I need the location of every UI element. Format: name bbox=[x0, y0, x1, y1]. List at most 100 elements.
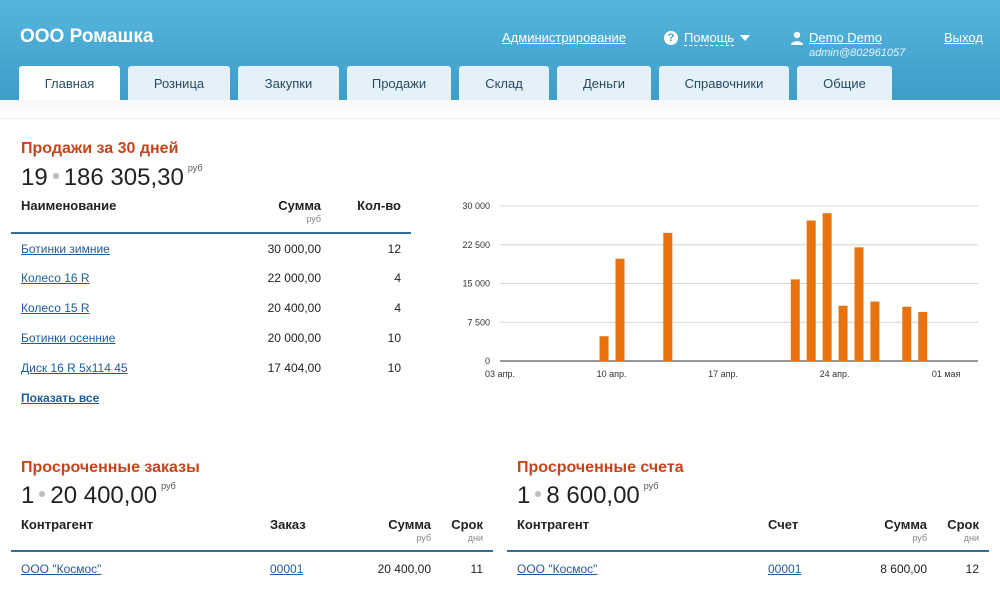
x-tick-label: 17 апр. bbox=[708, 369, 738, 379]
col-party-header: Контрагент bbox=[517, 517, 590, 532]
header-separator bbox=[0, 100, 1000, 119]
bar bbox=[918, 311, 928, 361]
invoice-link[interactable]: 00001 bbox=[768, 562, 801, 576]
top-header: ООО Ромашка Администрирование ? Помощь D… bbox=[0, 0, 1000, 100]
company-name: ООО Ромашка bbox=[20, 26, 154, 47]
question-circle-icon: ? bbox=[664, 31, 678, 45]
tab-label: Продажи bbox=[371, 75, 427, 91]
user-icon bbox=[791, 31, 803, 45]
y-tick-label: 15 000 bbox=[462, 279, 490, 289]
order-link[interactable]: 00001 bbox=[270, 562, 303, 576]
party-link[interactable]: ООО "Космос" bbox=[517, 562, 597, 576]
row-qty: 4 bbox=[394, 271, 401, 285]
admin-link[interactable]: Администрирование bbox=[502, 30, 626, 45]
separator-dot bbox=[52, 173, 59, 179]
row-sum: 20 000,00 bbox=[267, 331, 321, 345]
help-menu[interactable]: ? Помощь bbox=[664, 30, 751, 46]
table-row: Колесо 16 R bbox=[21, 271, 90, 285]
bar bbox=[854, 247, 864, 361]
tab-sales[interactable]: Продажи bbox=[347, 66, 451, 100]
invoices-count: 1 bbox=[517, 482, 531, 509]
help-label: Помощь bbox=[684, 30, 735, 46]
col-sum-unit: руб bbox=[306, 214, 321, 224]
col-term-header: Срок bbox=[947, 517, 979, 532]
bar bbox=[663, 232, 673, 361]
row-qty: 10 bbox=[387, 331, 401, 345]
table-header-rule bbox=[11, 550, 493, 552]
col-sum-header: Сумма bbox=[884, 517, 927, 532]
row-sum: 30 000,00 bbox=[267, 242, 321, 256]
table-row: Ботинки зимние bbox=[21, 242, 110, 256]
row-term: 12 bbox=[965, 562, 979, 576]
tab-label: Склад bbox=[485, 75, 523, 91]
product-link[interactable]: Колесо 16 R bbox=[21, 271, 90, 285]
col-term-unit: дни bbox=[467, 533, 483, 543]
tab-warehouse[interactable]: Склад bbox=[459, 66, 549, 100]
separator-dot bbox=[535, 491, 542, 497]
show-all-link[interactable]: Показать все bbox=[21, 391, 99, 405]
col-invoice-header: Счет bbox=[768, 517, 799, 532]
sales-total: 186 305,30 bbox=[63, 164, 184, 191]
bar bbox=[615, 258, 625, 361]
bar bbox=[599, 336, 609, 361]
user-name: Demo Demo bbox=[809, 30, 882, 45]
x-tick-label: 24 апр. bbox=[820, 369, 850, 379]
currency-label: руб bbox=[161, 481, 176, 491]
table-row: Ботинки осенние bbox=[21, 331, 115, 345]
col-name-header: Наименование bbox=[21, 198, 117, 213]
tab-purchases[interactable]: Закупки bbox=[238, 66, 339, 100]
y-tick-label: 7 500 bbox=[467, 317, 490, 327]
col-party-header: Контрагент bbox=[21, 517, 94, 532]
row-qty: 4 bbox=[394, 301, 401, 315]
row-qty: 10 bbox=[387, 361, 401, 375]
col-sum-header: Сумма bbox=[278, 198, 321, 213]
tab-directories[interactable]: Справочники bbox=[659, 66, 789, 100]
bar bbox=[806, 220, 816, 361]
separator-dot bbox=[39, 491, 46, 497]
bar bbox=[870, 301, 880, 361]
col-order-header: Заказ bbox=[270, 517, 306, 532]
row-sum: 8 600,00 bbox=[880, 562, 927, 576]
row-sum: 17 404,00 bbox=[267, 361, 321, 375]
table-row: ООО "Космос" bbox=[21, 562, 101, 576]
product-link[interactable]: Колесо 15 R bbox=[21, 301, 90, 315]
bar bbox=[822, 213, 832, 361]
orders-total: 20 400,00 bbox=[50, 482, 158, 509]
orders-count: 1 bbox=[21, 482, 35, 509]
table-header-rule bbox=[11, 232, 411, 234]
currency-label: руб bbox=[643, 481, 659, 491]
invoices-title: Просроченные счета bbox=[517, 459, 684, 476]
logout-link[interactable]: Выход bbox=[944, 30, 983, 45]
orders-summary: 1 20 400,00 руб bbox=[21, 481, 176, 510]
user-account: admin@802961057 bbox=[809, 47, 906, 59]
product-link[interactable]: Ботинки осенние bbox=[21, 331, 115, 345]
orders-title: Просроченные заказы bbox=[21, 459, 200, 476]
y-tick-label: 0 bbox=[485, 356, 490, 366]
table-row: Колесо 15 R bbox=[21, 301, 90, 315]
tab-label: Деньги bbox=[583, 75, 625, 91]
user-menu[interactable]: Demo Demo bbox=[790, 30, 882, 45]
currency-label: руб bbox=[187, 163, 203, 173]
tab-label: Общие bbox=[823, 75, 866, 91]
order-number: 00001 bbox=[270, 562, 303, 576]
sales-count: 19 bbox=[21, 164, 48, 191]
tab-general[interactable]: Общие bbox=[797, 66, 892, 100]
table-row: Диск 16 R 5x114 45 bbox=[21, 361, 128, 375]
tab-label: Справочники bbox=[684, 75, 764, 91]
tab-retail[interactable]: Розница bbox=[128, 66, 230, 100]
col-qty-header: Кол-во bbox=[357, 198, 401, 213]
invoices-total: 8 600,00 bbox=[546, 482, 640, 509]
row-sum: 20 400,00 bbox=[377, 562, 431, 576]
tab-money[interactable]: Деньги bbox=[557, 66, 651, 100]
product-link[interactable]: Диск 16 R 5x114 45 bbox=[21, 361, 128, 375]
invoices-summary: 1 8 600,00 руб bbox=[517, 481, 659, 510]
chevron-down-icon bbox=[740, 35, 751, 41]
col-sum-unit: руб bbox=[416, 533, 431, 543]
bar bbox=[838, 305, 848, 361]
party-link[interactable]: ООО "Космос" bbox=[21, 562, 101, 576]
tab-main[interactable]: Главная bbox=[19, 66, 120, 100]
y-tick-label: 30 000 bbox=[462, 201, 490, 211]
x-tick-label: 03 апр. bbox=[485, 369, 515, 379]
col-sum-unit: руб bbox=[912, 533, 927, 543]
product-link[interactable]: Ботинки зимние bbox=[21, 242, 110, 256]
